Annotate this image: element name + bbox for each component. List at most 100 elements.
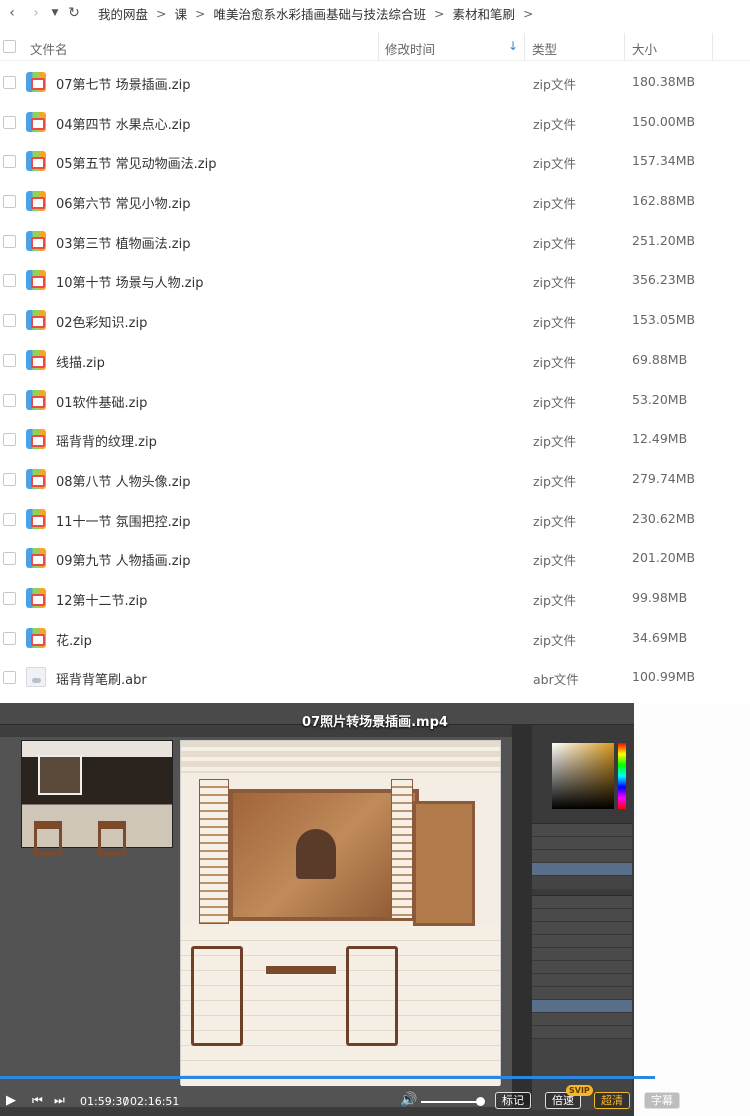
file-name[interactable]: 11十一节 氛围把控.zip xyxy=(56,511,191,530)
forward-button[interactable]: › xyxy=(24,0,48,26)
layer-row xyxy=(532,987,632,1000)
play-icon[interactable]: ▶ xyxy=(6,1093,16,1108)
table-row[interactable]: 08第八节 人物头像.zip zip文件 279.74MB xyxy=(0,460,750,500)
breadcrumb-item-course[interactable]: 课 xyxy=(171,4,192,23)
table-row[interactable]: 02色彩知识.zip zip文件 153.05MB xyxy=(0,301,750,341)
table-row[interactable]: 01软件基础.zip zip文件 53.20MB xyxy=(0,381,750,421)
back-button[interactable]: ‹ xyxy=(0,0,24,26)
column-divider xyxy=(712,33,713,61)
subtitle-button[interactable]: 字幕 xyxy=(644,1092,680,1109)
file-size: 162.88MB xyxy=(632,193,696,209)
previous-icon[interactable]: ⏮ xyxy=(32,1093,43,1108)
reference-photo-chair xyxy=(98,821,126,855)
table-row[interactable]: 瑶背背的纹理.zip zip文件 12.49MB xyxy=(0,420,750,460)
table-row[interactable]: 04第四节 水果点心.zip zip文件 150.00MB xyxy=(0,103,750,143)
table-row[interactable]: 11十一节 氛围把控.zip zip文件 230.62MB xyxy=(0,500,750,540)
file-name[interactable]: 05第五节 常见动物画法.zip xyxy=(56,153,217,172)
file-size: 230.62MB xyxy=(632,510,696,526)
row-checkbox[interactable] xyxy=(3,671,16,685)
column-header-modified-time[interactable]: 修改时间 xyxy=(385,39,435,58)
row-checkbox[interactable] xyxy=(3,472,16,486)
file-type: zip文件 xyxy=(533,473,576,489)
zip-file-icon xyxy=(26,349,46,370)
row-checkbox[interactable] xyxy=(3,115,16,129)
file-name[interactable]: 瑶背背笔刷.abr xyxy=(56,669,147,688)
row-checkbox[interactable] xyxy=(3,234,16,248)
file-name[interactable]: 04第四节 水果点心.zip xyxy=(56,114,191,133)
file-type: zip文件 xyxy=(533,354,576,370)
table-row[interactable]: 07第七节 场景插画.zip zip文件 180.38MB xyxy=(0,63,750,103)
file-type: zip文件 xyxy=(533,275,576,291)
file-name[interactable]: 06第六节 常见小物.zip xyxy=(56,193,191,212)
row-checkbox[interactable] xyxy=(3,591,16,605)
column-header-type[interactable]: 类型 xyxy=(532,39,557,58)
breadcrumb-item-class[interactable]: 唯美治愈系水彩插画基础与技法综合班 xyxy=(210,4,431,23)
file-type: zip文件 xyxy=(533,77,576,92)
row-checkbox[interactable] xyxy=(3,631,16,645)
row-checkbox[interactable] xyxy=(3,155,16,169)
select-all-checkbox[interactable] xyxy=(3,40,16,53)
bookmark-button[interactable]: 标记 xyxy=(495,1092,531,1109)
volume-icon[interactable]: 🔊 xyxy=(400,1092,417,1108)
zip-file-icon xyxy=(26,429,46,450)
history-entry xyxy=(532,850,632,863)
refresh-icon: ↻ xyxy=(68,5,80,21)
illustration-table xyxy=(266,966,336,974)
history-dropdown-button[interactable]: ▼ xyxy=(48,0,62,26)
chevron-right-icon: › xyxy=(33,5,39,21)
table-row[interactable]: 05第五节 常见动物画法.zip zip文件 157.34MB xyxy=(0,142,750,182)
next-icon[interactable]: ⏭ xyxy=(54,1093,65,1108)
row-checkbox[interactable] xyxy=(3,274,16,288)
column-header-size[interactable]: 大小 xyxy=(632,39,657,58)
file-name[interactable]: 10第十节 场景与人物.zip xyxy=(56,272,204,291)
progress-bar[interactable] xyxy=(0,1076,750,1079)
file-name[interactable]: 花.zip xyxy=(56,630,92,649)
table-row[interactable]: 花.zip zip文件 34.69MB xyxy=(0,619,750,659)
zip-file-icon xyxy=(26,468,46,489)
file-size: 100.99MB xyxy=(632,669,696,685)
breadcrumb-item-current-folder[interactable]: 素材和笔刷 xyxy=(449,4,520,23)
column-header-name[interactable]: 文件名 xyxy=(30,39,68,58)
volume-handle[interactable] xyxy=(476,1097,485,1106)
table-row[interactable]: 03第三节 植物画法.zip zip文件 251.20MB xyxy=(0,222,750,262)
table-row[interactable]: 12第十二节.zip zip文件 99.98MB xyxy=(0,579,750,619)
file-name[interactable]: 12第十二节.zip xyxy=(56,590,147,609)
file-name[interactable]: 01软件基础.zip xyxy=(56,392,147,411)
file-size: 153.05MB xyxy=(632,312,696,328)
row-checkbox[interactable] xyxy=(3,76,16,89)
file-size: 251.20MB xyxy=(632,232,696,248)
refresh-button[interactable]: ↻ xyxy=(62,0,86,26)
file-name[interactable]: 02色彩知识.zip xyxy=(56,312,147,331)
zip-file-icon xyxy=(26,191,46,212)
video-player[interactable]: 07照片转场景插画.mp4 xyxy=(0,703,750,1116)
file-name[interactable]: 线描.zip xyxy=(56,352,105,371)
layer-row xyxy=(532,961,632,974)
abr-file-icon xyxy=(26,667,46,688)
row-checkbox[interactable] xyxy=(3,552,16,566)
table-row[interactable]: 10第十节 场景与人物.zip zip文件 356.23MB xyxy=(0,261,750,301)
layer-row xyxy=(532,1026,632,1039)
breadcrumb-separator: > xyxy=(523,5,534,21)
fullscreen-icon[interactable]: ⛶ xyxy=(698,1093,707,1108)
table-row[interactable]: 线描.zip zip文件 69.88MB xyxy=(0,341,750,381)
volume-slider[interactable] xyxy=(421,1101,479,1103)
row-checkbox[interactable] xyxy=(3,433,16,447)
zip-file-icon xyxy=(26,627,46,648)
playlist-icon[interactable]: ☰ xyxy=(722,1093,734,1108)
row-checkbox[interactable] xyxy=(3,512,16,526)
row-checkbox[interactable] xyxy=(3,195,16,209)
quality-button[interactable]: 超清 xyxy=(594,1092,630,1109)
table-row[interactable]: 06第六节 常见小物.zip zip文件 162.88MB xyxy=(0,182,750,222)
table-row[interactable]: 09第九节 人物插画.zip zip文件 201.20MB xyxy=(0,539,750,579)
file-name[interactable]: 09第九节 人物插画.zip xyxy=(56,550,191,569)
file-name[interactable]: 08第八节 人物头像.zip xyxy=(56,471,191,490)
row-checkbox[interactable] xyxy=(3,353,16,367)
illustration-shutter xyxy=(199,779,229,924)
file-name[interactable]: 07第七节 场景插画.zip xyxy=(56,74,191,93)
file-name[interactable]: 瑶背背的纹理.zip xyxy=(56,431,157,450)
row-checkbox[interactable] xyxy=(3,393,16,407)
breadcrumb-item-my-drive[interactable]: 我的网盘 xyxy=(94,4,152,23)
row-checkbox[interactable] xyxy=(3,314,16,328)
table-row[interactable]: 瑶背背笔刷.abr abr文件 100.99MB xyxy=(0,658,750,698)
file-name[interactable]: 03第三节 植物画法.zip xyxy=(56,233,191,252)
